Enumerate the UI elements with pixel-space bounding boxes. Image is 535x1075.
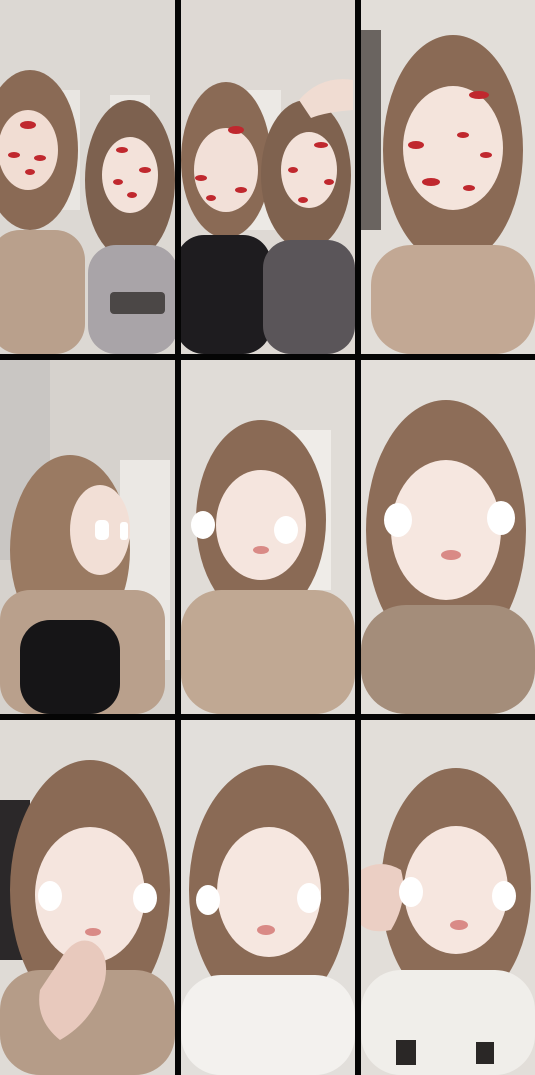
video-collage-grid bbox=[0, 0, 535, 1075]
collage-tile-5[interactable] bbox=[181, 360, 355, 714]
collage-tile-1[interactable] bbox=[0, 0, 175, 354]
collage-tile-8[interactable] bbox=[181, 720, 355, 1075]
collage-tile-7[interactable] bbox=[0, 720, 175, 1075]
collage-tile-3[interactable] bbox=[361, 0, 535, 354]
collage-tile-2[interactable] bbox=[181, 0, 355, 354]
collage-tile-6[interactable] bbox=[361, 360, 535, 714]
collage-tile-4[interactable] bbox=[0, 360, 175, 714]
collage-tile-9[interactable] bbox=[361, 720, 535, 1075]
